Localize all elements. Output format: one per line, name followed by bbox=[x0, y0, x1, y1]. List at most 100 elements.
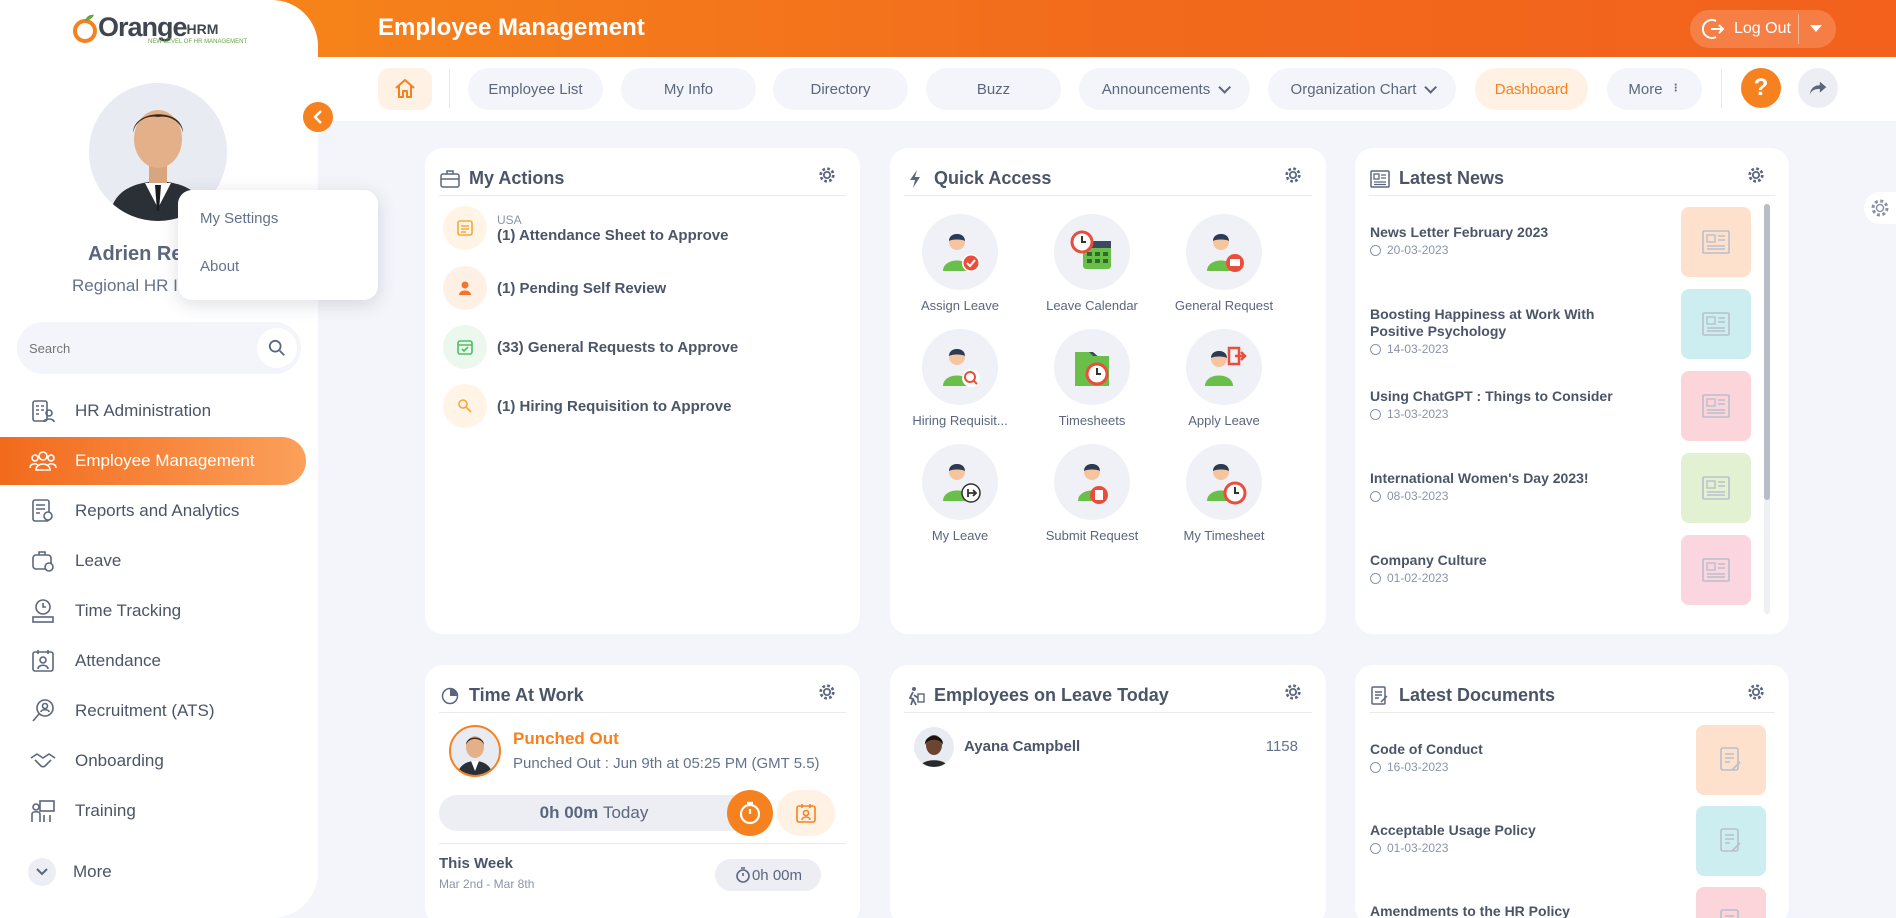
tab-buzz[interactable]: Buzz bbox=[926, 68, 1061, 110]
theme-settings-button[interactable] bbox=[1864, 192, 1896, 224]
news-title: International Women's Day 2023! bbox=[1370, 470, 1589, 486]
news-date: 20-03-2023 bbox=[1370, 243, 1676, 257]
news-thumbnail[interactable] bbox=[1681, 207, 1751, 277]
tab-dashboard[interactable]: Dashboard bbox=[1475, 68, 1588, 110]
news-thumbnail[interactable] bbox=[1681, 289, 1751, 359]
clock-icon bbox=[1370, 244, 1381, 256]
recruitment-icon bbox=[28, 696, 58, 726]
sidebar-item-employee-management[interactable]: Employee Management bbox=[0, 437, 306, 485]
my-actions-card: My Actions USA (1) Attendance Sheet to Ap… bbox=[425, 148, 860, 634]
user-review-icon bbox=[443, 266, 487, 310]
document-edit-icon bbox=[1720, 828, 1741, 852]
news-title: Using ChatGPT : Things to Consider bbox=[1370, 388, 1613, 404]
sidebar-item-recruitment[interactable]: Recruitment (ATS) bbox=[0, 687, 306, 735]
news-scrollbar[interactable] bbox=[1764, 204, 1770, 614]
document-thumbnail[interactable] bbox=[1696, 887, 1766, 918]
tab-organization-chart[interactable]: Organization Chart bbox=[1268, 68, 1456, 110]
menu-item-about[interactable]: About bbox=[200, 258, 239, 275]
today-time-value: 0h 00m bbox=[539, 803, 599, 822]
quick-access-leave-calendar[interactable]: Leave Calendar bbox=[1026, 214, 1158, 313]
sidebar-item-leave[interactable]: Leave bbox=[0, 537, 306, 585]
tab-my-info[interactable]: My Info bbox=[621, 68, 756, 110]
card-header: Time At Work bbox=[439, 679, 846, 713]
gear-icon[interactable] bbox=[1747, 166, 1765, 184]
news-item[interactable]: News Letter February 2023 20-03-2023 bbox=[1370, 224, 1676, 257]
help-button[interactable]: ? bbox=[1741, 68, 1781, 108]
walking-user-icon bbox=[904, 685, 926, 707]
quick-access-assign-leave[interactable]: Assign Leave bbox=[894, 214, 1026, 313]
logout-separator bbox=[1798, 14, 1799, 44]
quick-access-my-timesheet[interactable]: My Timesheet bbox=[1158, 444, 1290, 543]
share-button[interactable] bbox=[1798, 68, 1838, 108]
hiring-requisition-icon bbox=[922, 329, 998, 405]
employee-name[interactable]: Ayana Campbell bbox=[964, 738, 1080, 755]
gear-icon[interactable] bbox=[1284, 166, 1302, 184]
assign-leave-icon bbox=[922, 214, 998, 290]
action-item[interactable]: (1) Pending Self Review bbox=[443, 266, 666, 310]
news-title: Company Culture bbox=[1370, 552, 1487, 568]
sidebar-item-training[interactable]: Training bbox=[0, 787, 306, 835]
stopwatch-icon bbox=[736, 867, 750, 883]
search-button[interactable] bbox=[257, 328, 297, 368]
home-icon bbox=[395, 79, 415, 98]
action-item[interactable]: USA (1) Attendance Sheet to Approve bbox=[443, 206, 728, 250]
my-leave-icon bbox=[922, 444, 998, 520]
punch-timer-button[interactable] bbox=[727, 790, 773, 836]
document-thumbnail[interactable] bbox=[1696, 806, 1766, 876]
document-item[interactable]: Amendments to the HR Policy bbox=[1370, 903, 1676, 918]
news-item[interactable]: Boosting Happiness at Work With Positive… bbox=[1370, 306, 1676, 356]
news-thumbnail[interactable] bbox=[1681, 535, 1751, 605]
news-date: 13-03-2023 bbox=[1370, 407, 1676, 421]
sidebar-item-hr-administration[interactable]: HR Administration bbox=[0, 387, 306, 435]
menu-item-my-settings[interactable]: My Settings bbox=[200, 210, 278, 227]
sidebar-item-label: Onboarding bbox=[75, 751, 164, 770]
newspaper-icon bbox=[1369, 168, 1391, 190]
sidebar-item-time-tracking[interactable]: Time Tracking bbox=[0, 587, 306, 635]
quick-access-timesheets[interactable]: Timesheets bbox=[1026, 329, 1158, 428]
action-label: (1) Hiring Requisition to Approve bbox=[497, 397, 732, 415]
profile-dropdown-menu: My Settings About bbox=[178, 190, 378, 300]
sidebar-item-attendance[interactable]: Attendance bbox=[0, 637, 306, 685]
action-item[interactable]: (33) General Requests to Approve bbox=[443, 325, 738, 369]
gear-icon[interactable] bbox=[1284, 683, 1302, 701]
gear-icon[interactable] bbox=[818, 166, 836, 184]
home-button[interactable] bbox=[378, 68, 432, 110]
week-time-pill: 0h 00m bbox=[715, 859, 821, 891]
share-icon bbox=[1809, 81, 1827, 95]
leave-icon bbox=[28, 546, 58, 576]
action-item[interactable]: (1) Hiring Requisition to Approve bbox=[443, 384, 731, 428]
document-edit-icon bbox=[1720, 909, 1739, 918]
news-thumbnail[interactable] bbox=[1681, 371, 1751, 441]
tab-announcements[interactable]: Announcements bbox=[1079, 68, 1250, 110]
more-dots-icon: ⋮ bbox=[1670, 83, 1681, 94]
clock-icon bbox=[1370, 408, 1381, 420]
logout-dropdown-icon[interactable] bbox=[1810, 25, 1822, 32]
tab-employee-list[interactable]: Employee List bbox=[468, 68, 603, 110]
quick-access-submit-request[interactable]: Submit Request bbox=[1026, 444, 1158, 543]
action-label: (1) Attendance Sheet to Approve bbox=[497, 226, 729, 244]
quick-access-hiring-requisition[interactable]: Hiring Requisit... bbox=[894, 329, 1026, 428]
attendance-button[interactable] bbox=[777, 790, 835, 836]
gear-icon[interactable] bbox=[1747, 683, 1765, 701]
tab-directory[interactable]: Directory bbox=[773, 68, 908, 110]
sidebar-item-more[interactable]: More bbox=[0, 848, 306, 896]
tab-more[interactable]: More ⋮ bbox=[1607, 68, 1702, 110]
document-thumbnail[interactable] bbox=[1696, 725, 1766, 795]
news-thumbnail[interactable] bbox=[1681, 453, 1751, 523]
news-item[interactable]: Company Culture 01-02-2023 bbox=[1370, 552, 1676, 585]
news-item[interactable]: Using ChatGPT : Things to Consider 13-03-… bbox=[1370, 388, 1676, 421]
scrollbar-thumb[interactable] bbox=[1764, 204, 1770, 500]
document-item[interactable]: Code of Conduct 16-03-2023 bbox=[1370, 741, 1676, 774]
quick-access-apply-leave[interactable]: Apply Leave bbox=[1158, 329, 1290, 428]
sidebar-item-onboarding[interactable]: Onboarding bbox=[0, 737, 306, 785]
search-input[interactable] bbox=[29, 336, 249, 360]
document-item[interactable]: Acceptable Usage Policy 01-03-2023 bbox=[1370, 822, 1676, 855]
quick-access-card: Quick Access Assign Leave Leave Calendar… bbox=[890, 148, 1326, 634]
quick-access-general-request[interactable]: General Request bbox=[1158, 214, 1290, 313]
sidebar-item-reports-analytics[interactable]: Reports and Analytics bbox=[0, 487, 306, 535]
gear-icon[interactable] bbox=[818, 683, 836, 701]
sidebar-collapse-button[interactable] bbox=[303, 102, 333, 132]
news-item[interactable]: International Women's Day 2023! 08-03-202… bbox=[1370, 470, 1676, 503]
quick-access-my-leave[interactable]: My Leave bbox=[894, 444, 1026, 543]
logout-button[interactable]: Log Out bbox=[1690, 10, 1836, 48]
